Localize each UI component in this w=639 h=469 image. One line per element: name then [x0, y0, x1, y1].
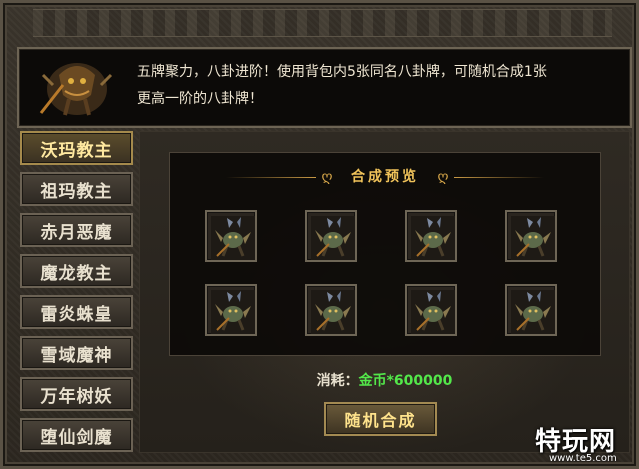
winged-beast-card-icon — [411, 290, 455, 334]
card-slot-5[interactable] — [205, 284, 257, 336]
boss-portrait-icon — [29, 55, 117, 119]
boss-tab-leiyan[interactable]: 雷炎蛛皇 — [20, 295, 133, 329]
boss-tab-label: 雪域魔神 — [40, 345, 113, 366]
info-panel: 五牌聚力，八卦进阶！使用背包内5张同名八卦牌，可随机合成1张 更高一阶的八卦牌！ — [17, 47, 632, 128]
winged-beast-card-icon — [211, 290, 255, 334]
winged-beast-card-icon — [311, 216, 355, 260]
card-slot-8[interactable] — [505, 284, 557, 336]
boss-tab-label: 魔龙教主 — [40, 263, 113, 284]
boss-tab-wannian[interactable]: 万年树妖 — [20, 377, 133, 411]
boss-tab-label: 堕仙剑魔 — [40, 427, 113, 448]
card-slot-1[interactable] — [205, 210, 257, 262]
synthesis-main-area: ღ 合成预览 ღ 消耗：金币*600000 随机合成 — [139, 131, 630, 453]
synthesis-window: 五牌聚力，八卦进阶！使用背包内5张同名八卦牌，可随机合成1张 更高一阶的八卦牌！… — [0, 0, 639, 469]
preview-title-bar: ღ 合成预览 ღ — [170, 167, 600, 189]
boss-tab-label: 万年树妖 — [40, 386, 113, 407]
cost-line: 消耗：金币*600000 — [140, 370, 629, 390]
boss-tab-label: 祖玛教主 — [40, 181, 113, 202]
cost-label: 消耗： — [316, 373, 359, 389]
winged-beast-card-icon — [511, 290, 555, 334]
site-watermark: 特玩网 www.te5.com — [535, 421, 639, 469]
boss-tab-molong[interactable]: 魔龙教主 — [20, 254, 133, 288]
winged-beast-card-icon — [211, 216, 255, 260]
card-slot-4[interactable] — [505, 210, 557, 262]
description-line-1: 五牌聚力，八卦进阶！使用背包内5张同名八卦牌，可随机合成1张 — [137, 64, 547, 80]
boss-tab-zuma[interactable]: 祖玛教主 — [20, 172, 133, 206]
boss-tab-label: 赤月恶魔 — [40, 222, 113, 243]
boss-tab-label: 雷炎蛛皇 — [40, 304, 113, 325]
winged-beast-card-icon — [311, 290, 355, 334]
description-line-2: 更高一阶的八卦牌！ — [137, 91, 263, 107]
top-ornament-border — [33, 9, 612, 37]
boss-tab-xueyu[interactable]: 雪域魔神 — [20, 336, 133, 370]
card-slot-2[interactable] — [305, 210, 357, 262]
card-slot-3[interactable] — [405, 210, 457, 262]
title-divider-right — [454, 177, 544, 178]
preview-box: ღ 合成预览 ღ — [169, 152, 601, 356]
cost-value: 金币*600000 — [358, 373, 453, 389]
boss-sidebar: 沃玛教主 祖玛教主 赤月恶魔 魔龙教主 雷炎蛛皇 雪域魔神 万年树妖 堕仙剑魔 — [20, 131, 135, 452]
card-slot-6[interactable] — [305, 284, 357, 336]
random-merge-button[interactable]: 随机合成 — [324, 402, 437, 436]
boss-tab-label: 沃玛教主 — [40, 140, 113, 161]
boss-tab-woma[interactable]: 沃玛教主 — [20, 131, 133, 165]
swirl-ornament-right-icon: ღ — [437, 169, 449, 185]
winged-beast-card-icon — [511, 216, 555, 260]
boss-tab-duoxian[interactable]: 堕仙剑魔 — [20, 418, 133, 452]
watermark-sub: www.te5.com — [549, 453, 617, 464]
boss-tab-chiyue[interactable]: 赤月恶魔 — [20, 213, 133, 247]
description-text: 五牌聚力，八卦进阶！使用背包内5张同名八卦牌，可随机合成1张 更高一阶的八卦牌！ — [137, 59, 617, 113]
card-slot-7[interactable] — [405, 284, 457, 336]
winged-beast-card-icon — [411, 216, 455, 260]
